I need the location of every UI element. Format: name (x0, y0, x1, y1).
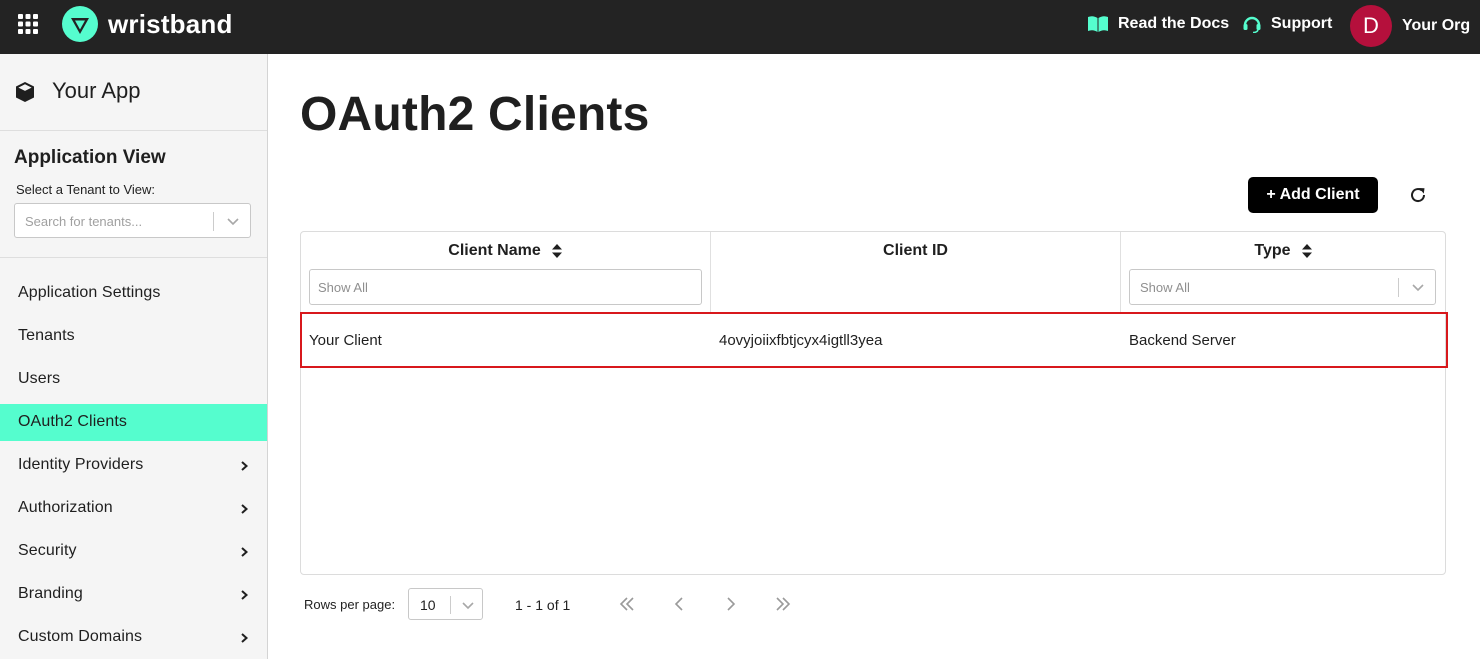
column-label: Type (1254, 242, 1291, 259)
rows-per-page-value: 10 (420, 597, 436, 613)
sidebar-item-label: Security (18, 542, 77, 559)
sidebar-item-label: Identity Providers (18, 456, 144, 473)
select-divider (213, 212, 214, 231)
app-name: Your App (52, 78, 141, 103)
org-name: Your Org (1402, 17, 1471, 34)
table-row[interactable]: Your Client 4ovyjoiixfbtjcyx4igtll3yea B… (300, 312, 1448, 368)
column-label: Client ID (883, 242, 948, 259)
support-label: Support (1271, 15, 1333, 32)
client-name-cell: Your Client (309, 332, 382, 349)
chevron-right-icon (241, 504, 249, 514)
read-docs-label: Read the Docs (1118, 15, 1230, 32)
support-link[interactable]: Support (1242, 15, 1332, 33)
chevron-right-icon (241, 461, 249, 471)
sidebar-item-label: Custom Domains (18, 628, 143, 645)
sidebar-item-label: Branding (18, 585, 83, 602)
chevron-right-icon (241, 590, 249, 600)
chevron-right-icon (241, 633, 249, 643)
pagination: Rows per page: 10 1 - 1 of 1 (300, 588, 900, 620)
chevron-right-icon (241, 547, 249, 557)
sidebar-item-security[interactable]: Security (0, 533, 267, 570)
page-title: OAuth2 Clients (300, 88, 650, 141)
sort-icon[interactable] (1301, 243, 1313, 259)
last-page-icon[interactable] (774, 595, 792, 613)
select-divider (1398, 278, 1399, 297)
sidebar-item-label: OAuth2 Clients (18, 413, 128, 430)
page-range: 1 - 1 of 1 (515, 597, 571, 613)
tenant-search-placeholder: Search for tenants... (25, 214, 143, 229)
type-filter-placeholder: Show All (1140, 280, 1190, 295)
type-cell: Backend Server (1129, 332, 1236, 349)
application-view-title: Application View (14, 147, 166, 168)
headset-icon (1243, 16, 1261, 33)
sidebar-item-users[interactable]: Users (0, 361, 267, 398)
chevron-down-icon[interactable] (226, 214, 240, 228)
org-menu[interactable]: D Your Org (1350, 5, 1470, 47)
app-header: Your App (0, 54, 267, 131)
wristband-logo-icon[interactable] (62, 6, 98, 42)
refresh-icon[interactable] (1408, 185, 1428, 205)
apps-grid-icon[interactable] (18, 14, 38, 34)
sidebar-item-identity-providers[interactable]: Identity Providers (0, 447, 267, 484)
book-icon (1088, 16, 1108, 32)
chevron-down-icon[interactable] (1411, 280, 1425, 294)
add-client-button[interactable]: + Add Client (1248, 177, 1378, 213)
read-docs-link[interactable]: Read the Docs (1087, 15, 1229, 33)
sort-icon[interactable] (551, 243, 563, 259)
previous-page-icon[interactable] (670, 595, 688, 613)
sidebar-item-label: Authorization (18, 499, 113, 516)
application-view-section: Application View Select a Tenant to View… (0, 131, 267, 258)
type-filter-select[interactable]: Show All (1129, 269, 1436, 305)
column-type: Type Show All (1121, 232, 1446, 312)
sidebar: Your App Application View Select a Tenan… (0, 54, 268, 659)
first-page-icon[interactable] (618, 595, 636, 613)
tenant-search-select[interactable]: Search for tenants... (14, 203, 251, 238)
sidebar-item-authorization[interactable]: Authorization (0, 490, 267, 527)
top-bar: wristband Read the Docs Support D Your O… (0, 0, 1480, 54)
cube-icon (16, 82, 34, 102)
rows-per-page-label: Rows per page: (304, 597, 396, 612)
rows-per-page-select[interactable]: 10 (408, 588, 483, 620)
sidebar-item-oauth2-clients[interactable]: OAuth2 Clients (0, 404, 267, 441)
sidebar-item-label: Application Settings (18, 284, 161, 301)
column-label: Client Name (448, 242, 541, 259)
sidebar-item-custom-domains[interactable]: Custom Domains (0, 619, 267, 656)
select-divider (450, 596, 451, 614)
avatar: D (1350, 5, 1392, 47)
next-page-icon[interactable] (722, 595, 740, 613)
sidebar-item-branding[interactable]: Branding (0, 576, 267, 613)
clients-table: Client Name Client ID Type Show All (300, 231, 1446, 575)
sidebar-item-label: Users (18, 370, 61, 387)
brand-name: wristband (108, 9, 233, 39)
sidebar-item-application-settings[interactable]: Application Settings (0, 275, 267, 312)
sidebar-item-tenants[interactable]: Tenants (0, 318, 267, 355)
sidebar-item-label: Tenants (18, 327, 75, 344)
chevron-down-icon[interactable] (461, 598, 475, 612)
client-name-filter-input[interactable] (309, 269, 702, 305)
column-client-id: Client ID (711, 232, 1121, 312)
client-id-cell: 4ovyjoiixfbtjcyx4igtll3yea (719, 332, 883, 349)
column-client-name: Client Name (301, 232, 711, 312)
tenant-select-label: Select a Tenant to View: (16, 182, 156, 197)
